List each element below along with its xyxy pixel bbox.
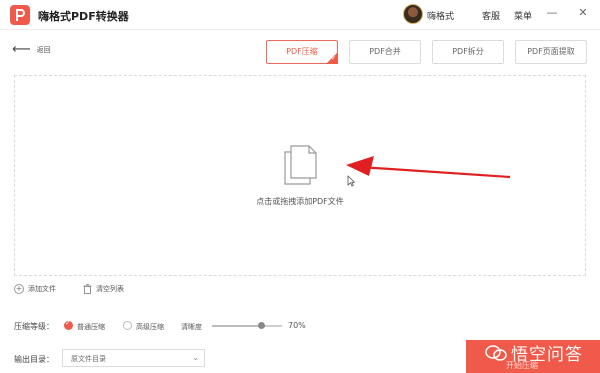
- tab-label: PDF页面提取: [527, 47, 575, 56]
- tab-label: PDF压缩: [286, 47, 318, 56]
- normal-compress-label[interactable]: 普通压缩: [77, 322, 105, 332]
- menu-link[interactable]: 菜单: [514, 9, 532, 22]
- output-dir-value: 原文件目录: [71, 355, 106, 363]
- watermark-text: 悟空问答: [511, 345, 583, 365]
- tab-pdf-split[interactable]: PDF拆分: [432, 40, 504, 64]
- tab-pdf-compress[interactable]: PDF压缩 ✓: [266, 40, 338, 64]
- trash-icon: [83, 284, 92, 294]
- close-icon[interactable]: ✕: [576, 6, 590, 20]
- add-file-button[interactable]: + 添加文件: [14, 284, 56, 294]
- red-arrow-annotation: [330, 150, 512, 182]
- tab-pdf-extract-pages[interactable]: PDF页面提取: [515, 40, 587, 64]
- customer-service-link[interactable]: 客服: [482, 9, 500, 22]
- watermark: 悟空问答: [485, 340, 583, 365]
- back-label: 返回: [36, 46, 51, 54]
- tab-pdf-merge[interactable]: PDF合并: [349, 40, 421, 64]
- minimize-icon[interactable]: —: [545, 6, 559, 20]
- title-bar: 嗨格式PDF转换器 嗨格式 客服 菜单 — ✕: [0, 0, 600, 30]
- tab-label: PDF合并: [369, 47, 401, 56]
- user-name[interactable]: 嗨格式: [427, 9, 454, 22]
- mouse-cursor-icon: [347, 175, 356, 189]
- radio-advanced-compress[interactable]: [123, 321, 132, 330]
- arrow-left-icon: ⟵: [12, 42, 31, 57]
- clarity-slider-fill: [212, 325, 261, 327]
- document-stack-icon[interactable]: [282, 144, 320, 188]
- clarity-value: 70%: [288, 321, 306, 330]
- check-icon: ✓: [330, 55, 336, 62]
- chat-bubbles-icon: [485, 344, 507, 361]
- radio-normal-compress[interactable]: [64, 319, 73, 330]
- add-file-label: 添加文件: [28, 285, 56, 293]
- clarity-label: 清晰度: [181, 323, 202, 331]
- tab-label: PDF拆分: [452, 47, 484, 56]
- clear-list-label: 清空列表: [96, 285, 124, 293]
- drop-hint-text: 点击或拖拽添加PDF文件: [256, 197, 344, 206]
- clear-list-button[interactable]: 清空列表: [83, 284, 124, 294]
- compression-level-label: 压缩等级：: [14, 322, 54, 331]
- advanced-compress-label[interactable]: 高级压缩: [136, 322, 164, 332]
- user-avatar[interactable]: [403, 4, 423, 24]
- chevron-down-icon: ⌄: [192, 353, 199, 362]
- clarity-slider-thumb[interactable]: [257, 322, 265, 329]
- clarity-slider[interactable]: [212, 322, 282, 329]
- app-logo-icon: [10, 5, 30, 25]
- back-button[interactable]: ⟵ 返回: [12, 42, 51, 57]
- app-title: 嗨格式PDF转换器: [38, 10, 129, 23]
- output-dir-label: 输出目录：: [14, 355, 54, 364]
- output-dir-select[interactable]: 原文件目录 ⌄: [62, 349, 205, 367]
- plus-circle-icon: +: [14, 284, 24, 294]
